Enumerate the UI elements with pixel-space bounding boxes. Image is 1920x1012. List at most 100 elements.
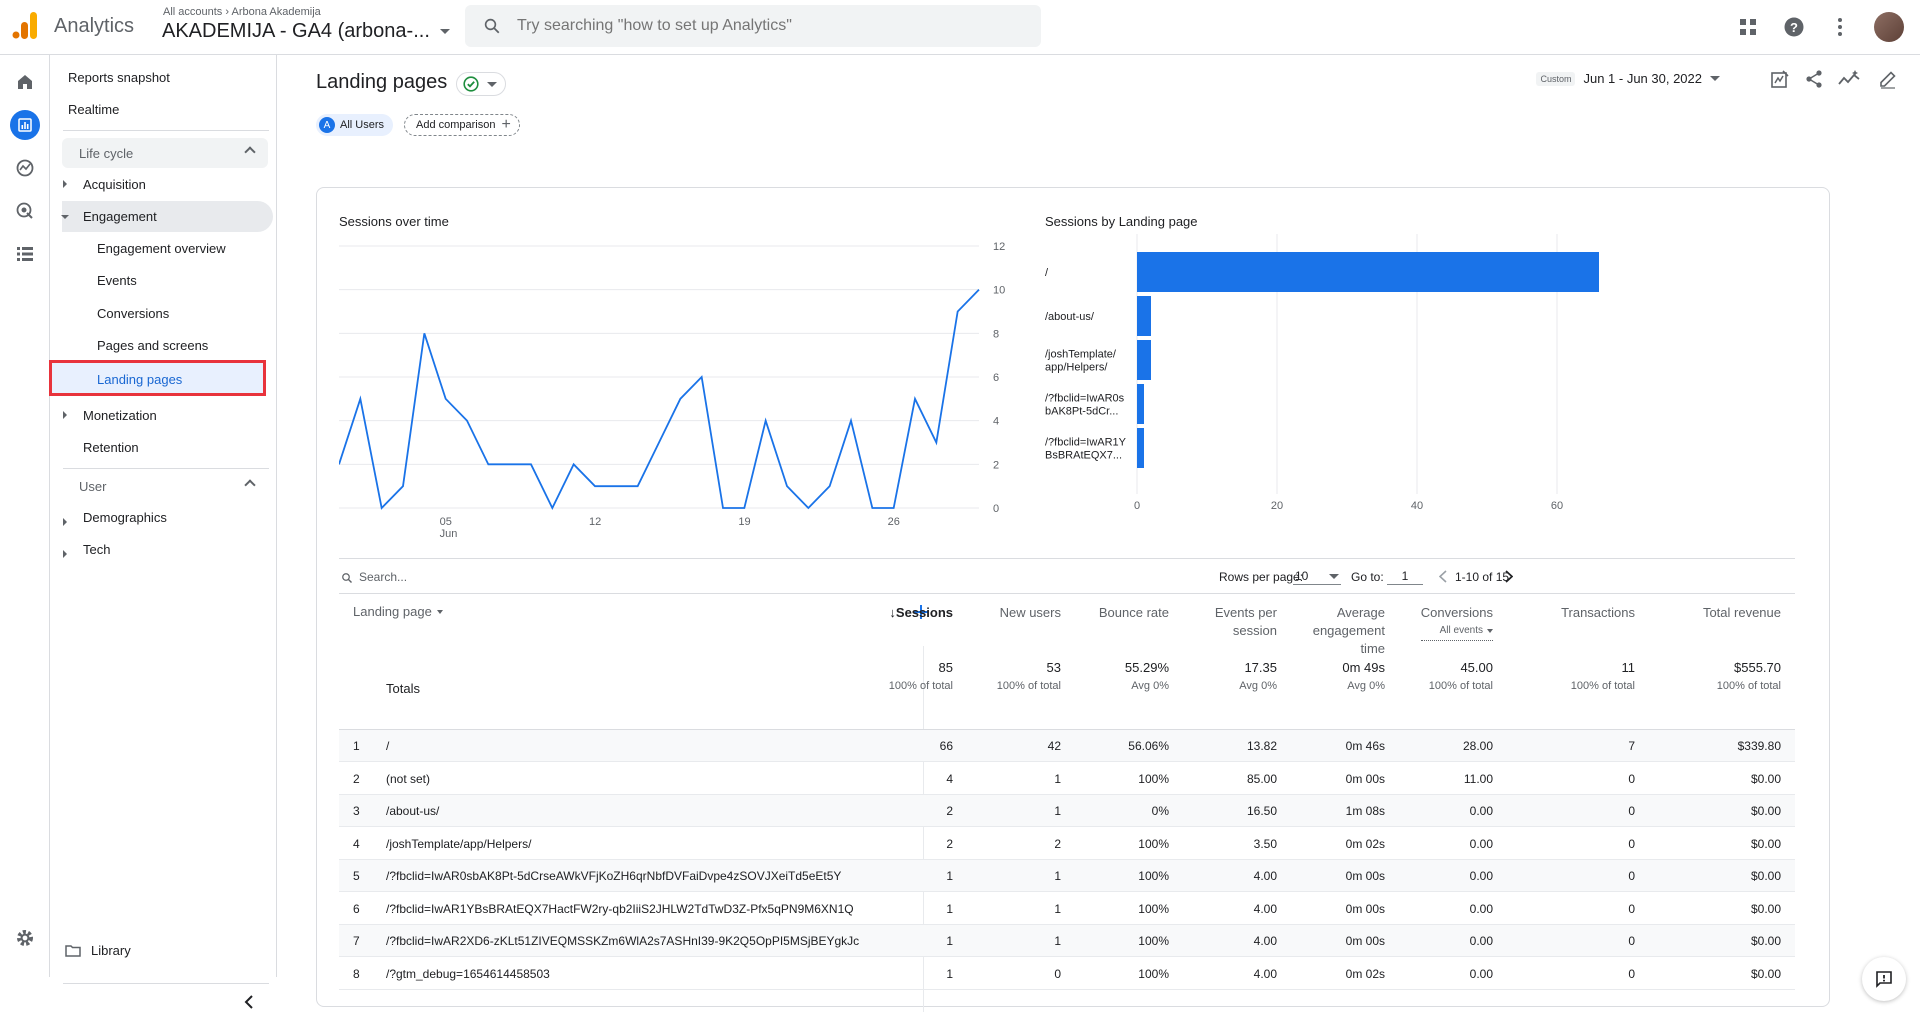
x-tick-label: 19 <box>738 516 750 528</box>
row-conv: 0.00 <box>1469 869 1493 883</box>
expand-arrow-icon[interactable] <box>63 180 67 188</box>
caret-down-icon <box>487 81 497 87</box>
row-landing-page[interactable]: /about-us/ <box>386 804 439 818</box>
advertising-icon[interactable] <box>10 196 40 226</box>
rows-per-page-select[interactable]: 10 <box>1293 567 1341 585</box>
bar-chart[interactable]: 0 20 40 60 / /about-us/ /joshTemplate/app/Help… <box>1045 234 1605 514</box>
search-input[interactable] <box>517 17 997 35</box>
total-sessions-sub: 100% of total <box>888 680 953 692</box>
conversion-event-selector[interactable]: All events <box>1420 622 1493 641</box>
row-landing-page[interactable]: /?fbclid=IwAR1YBsBRAtEQX7HactFW2ry-qb2Ii… <box>386 902 854 916</box>
total-conv: 45.00 <box>1460 660 1493 675</box>
breadcrumb-account[interactable]: Arbona Akademija <box>232 6 321 18</box>
search-bar[interactable] <box>465 5 1041 47</box>
table-row[interactable]: 7 /?fbclid=IwAR2XD6-zKLt51ZIVEQMSSKZm6WlA… <box>339 925 1795 957</box>
col-conversions[interactable]: Conversions All events <box>1420 604 1493 641</box>
nav-events[interactable]: Events <box>97 273 137 288</box>
property-selector[interactable]: AKADEMIJA - GA4 (arbona-... <box>162 20 450 43</box>
share-icon[interactable] <box>1804 69 1824 89</box>
nav-engagement[interactable]: Engagement <box>83 209 157 224</box>
goto-input[interactable]: 1 <box>1387 567 1423 585</box>
avatar[interactable] <box>1874 12 1904 42</box>
table-row[interactable]: 4/joshTemplate/app/Helpers/2 2 100% 3.50 0m … <box>339 828 1795 860</box>
row-rev: $0.00 <box>1750 836 1781 851</box>
breadcrumb-root[interactable]: All accounts <box>163 6 222 18</box>
nav-landing-pages[interactable]: Landing pages <box>49 360 266 396</box>
breadcrumb[interactable]: All accounts › Arbona Akademija <box>163 6 321 18</box>
bar <box>1137 296 1151 336</box>
row-trans: 0 <box>1628 836 1635 851</box>
table-row[interactable]: 8 /?gtm_debug=1654614458503 1 0 100% 4.00 0m 0… <box>339 958 1795 990</box>
row-avg: 0m 46s <box>1345 739 1385 753</box>
prev-page-icon[interactable] <box>1439 570 1447 583</box>
table-row[interactable]: 6 /?fbclid=IwAR1YBsBRAtEQX7HactFW2ry-qb2I… <box>339 893 1795 925</box>
x-tick-label: 26 <box>888 516 900 528</box>
segment-chip[interactable]: A All Users <box>316 114 394 136</box>
settings-gear-icon[interactable] <box>10 923 40 953</box>
col-sessions[interactable]: ↓Sessions <box>889 604 953 622</box>
next-page-icon[interactable] <box>1505 570 1513 583</box>
report-status[interactable] <box>456 72 506 96</box>
row-bounce: 100% <box>1138 836 1169 851</box>
caret-down-icon <box>1487 629 1493 633</box>
table-row[interactable]: 3/about-us/2 1 0% 16.50 1m 08s 0.00 0 $0.00 <box>339 795 1795 827</box>
reports-icon[interactable] <box>10 110 40 140</box>
collapse-nav-icon[interactable] <box>244 995 254 1009</box>
row-avg: 0m 02s <box>1345 966 1385 981</box>
row-events: 4.00 <box>1253 934 1277 948</box>
total-new-users: 53 <box>1046 660 1061 675</box>
apps-grid-icon[interactable] <box>1736 15 1760 39</box>
row-avg: 1m 08s <box>1345 804 1385 818</box>
col-events-per-session[interactable]: Events per session <box>1215 604 1277 640</box>
row-landing-page[interactable]: (not set) <box>386 772 430 786</box>
row-trans: 7 <box>1628 739 1635 753</box>
row-events: 85.00 <box>1246 771 1277 786</box>
nav-pages-screens[interactable]: Pages and screens <box>97 338 208 353</box>
col-new-users[interactable]: New users <box>1000 604 1061 622</box>
row-bounce: 0% <box>1151 804 1169 818</box>
help-icon[interactable]: ? <box>1782 15 1806 39</box>
bar <box>1137 428 1144 468</box>
nav-conversions[interactable]: Conversions <box>97 306 169 321</box>
nav-reports-snapshot[interactable]: Reports snapshot <box>68 70 170 85</box>
col-transactions[interactable]: Transactions <box>1561 604 1635 622</box>
collapse-arrow-icon[interactable] <box>61 215 69 219</box>
home-icon[interactable] <box>10 67 40 97</box>
feedback-button[interactable] <box>1862 957 1906 1001</box>
nav-section-lifecycle[interactable]: Life cycle <box>62 138 268 168</box>
col-total-revenue[interactable]: Total revenue <box>1703 604 1781 622</box>
line-chart[interactable]: 12 10 8 6 4 2 0 05 12 19 26 Jun <box>339 234 1011 544</box>
row-landing-page[interactable]: /?gtm_debug=1654614458503 <box>386 967 550 981</box>
row-index: 1 <box>353 739 360 753</box>
insights-icon[interactable] <box>1838 69 1860 89</box>
table-row[interactable]: 5 /?fbclid=IwAR0sbAK8Pt-5dCrseAWkVFjKoZH6… <box>339 860 1795 892</box>
dimension-selector[interactable]: Landing page <box>353 604 443 619</box>
row-events: 4.00 <box>1253 901 1277 916</box>
table-row[interactable]: 2 (not set) 4 1 100% 85.00 0m 00s 11.00 0 $0.00 <box>339 763 1795 795</box>
row-trans: 0 <box>1628 966 1635 981</box>
customize-report-icon[interactable] <box>1770 69 1790 89</box>
analytics-logo-icon[interactable] <box>12 10 38 40</box>
row-landing-page[interactable]: /joshTemplate/app/Helpers/ <box>386 837 531 851</box>
row-bounce: 100% <box>1138 934 1169 948</box>
total-events: 17.35 <box>1244 660 1277 675</box>
add-comparison-button[interactable]: Add comparison + <box>404 114 520 136</box>
date-range-picker[interactable]: Custom Jun 1 - Jun 30, 2022 <box>1536 71 1720 86</box>
row-avg: 0m 00s <box>1345 934 1385 948</box>
table-row[interactable]: 1 / 66 42 56.06% 13.82 0m 46s 28.00 7 $339.80 <box>339 730 1795 762</box>
row-landing-page[interactable]: /?fbclid=IwAR0sbAK8Pt-5dCrseAWkVFjKoZH6q… <box>386 869 841 883</box>
configure-list-icon[interactable] <box>10 239 40 269</box>
col-avg-line2: engagement <box>1312 623 1385 638</box>
table-search-input[interactable]: Search... <box>359 570 407 584</box>
more-vert-icon[interactable] <box>1828 15 1852 39</box>
row-landing-page[interactable]: /?fbclid=IwAR2XD6-zKLt51ZIVEQMSSKZm6WlA2… <box>386 934 859 948</box>
nav-realtime[interactable]: Realtime <box>68 102 119 117</box>
col-bounce-rate[interactable]: Bounce rate <box>1099 604 1169 622</box>
nav-engagement-overview[interactable]: Engagement overview <box>97 241 226 256</box>
nav-acquisition[interactable]: Acquisition <box>83 177 146 192</box>
explore-icon[interactable] <box>10 153 40 183</box>
main-content: Landing pages A All Users Add comparison… <box>278 55 1920 1012</box>
search-icon <box>484 18 500 34</box>
row-landing-page[interactable]: / <box>386 739 389 753</box>
edit-pencil-icon[interactable] <box>1878 69 1898 89</box>
